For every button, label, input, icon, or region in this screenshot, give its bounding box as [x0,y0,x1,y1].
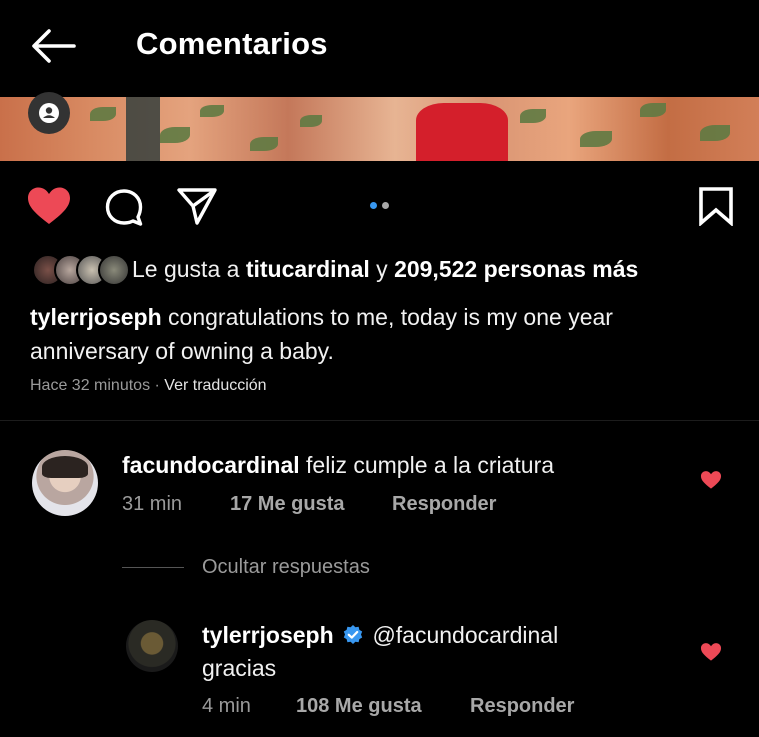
save-button[interactable] [698,186,734,231]
avatar[interactable] [32,450,98,516]
post-caption: tylerrjoseph congratulations to me, toda… [30,300,720,368]
back-button[interactable] [30,28,76,64]
reply-likes-link[interactable]: 108 Me gusta [296,695,422,718]
hide-replies-button[interactable]: Ocultar respuestas [202,556,370,579]
comment-body: facundocardinal feliz cumple a la criatu… [122,452,554,479]
user-icon [39,103,59,123]
reply-reply-button[interactable]: Responder [470,695,574,718]
liker-avatars[interactable] [32,254,130,286]
comment-time: 31 min [122,493,183,515]
bookmark-icon [699,187,733,227]
comment-likes-link[interactable]: 17 Me gusta [230,493,344,516]
reply-body: tylerrjoseph @facundocardinal [202,622,558,649]
reply-button[interactable]: Responder [392,493,496,516]
carousel-dot [382,202,389,209]
liker-avatar [98,254,130,286]
likes-summary[interactable]: Le gusta a titucardinal y 209,522 person… [132,256,638,283]
carousel-dot-active [370,202,377,209]
comment-likes-count: 17 Me gusta [230,493,345,515]
likes-user-link[interactable]: titucardinal [246,256,370,282]
replies-divider [122,567,184,568]
reply-time: 4 min [202,695,251,717]
comment-text: feliz cumple a la criatura [306,452,555,478]
page-title: Comentarios [136,26,328,61]
paper-plane-icon [177,188,217,225]
caption-username[interactable]: tylerrjoseph [30,304,162,330]
meta-separator: · [154,377,160,394]
comment-icon [105,189,143,226]
heart-filled-icon [700,471,722,489]
post-time: Hace 32 minutos [30,377,151,394]
carousel-indicator [370,196,394,214]
comment-like-button[interactable] [700,470,722,495]
translate-link[interactable]: Ver traducción [164,377,266,394]
likes-count-link[interactable]: 209,522 personas más [394,256,638,282]
share-button[interactable] [176,186,218,231]
likes-joiner: y [376,256,388,282]
verified-badge-icon [343,625,363,644]
reply-text: gracias [202,655,277,681]
reply-username[interactable]: tylerrjoseph [202,622,334,648]
reply-like-button[interactable] [700,642,722,667]
reply-mention[interactable]: @facundocardinal [372,622,558,648]
avatar[interactable] [126,620,178,672]
divider [0,420,759,421]
arrow-left-icon [32,29,76,63]
likes-prefix: Le gusta a [132,256,240,282]
comment-username[interactable]: facundocardinal [122,452,300,478]
reply-reply-label: Responder [470,695,575,717]
tagged-users-button[interactable] [28,92,70,134]
reply-label: Responder [392,493,497,515]
post-image[interactable] [0,97,759,161]
heart-filled-icon [28,187,70,224]
heart-filled-icon [700,643,722,661]
comment-button[interactable] [104,188,144,231]
post-meta: Hace 32 minutos · Ver traducción [30,377,267,395]
like-button[interactable] [26,186,72,231]
reply-likes-count: 108 Me gusta [296,695,422,717]
